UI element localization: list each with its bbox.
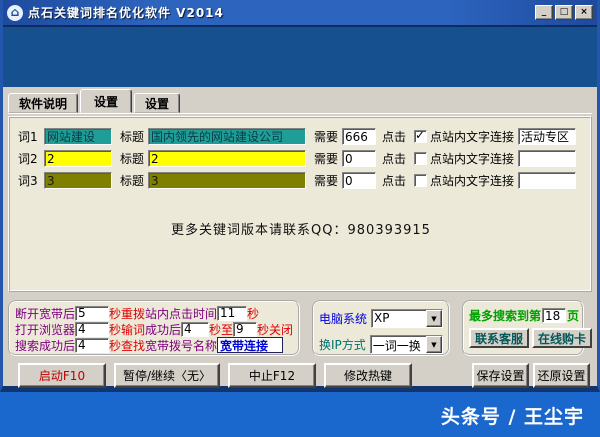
tab-software-info[interactable]: 软件说明 [8, 93, 79, 113]
buy-card-button[interactable]: 在线购卡 [532, 328, 593, 348]
title1-input[interactable] [148, 128, 306, 145]
search-seconds-input[interactable] [75, 337, 110, 353]
click1-label: 点击 [382, 130, 407, 144]
os-select[interactable]: XP ▼ [371, 309, 443, 328]
search-label: 搜索成功后 [15, 338, 76, 353]
timing-panel: 断开宽带后 秒重拨 站内点击时间 秒 打开浏览器 秒输词 [8, 300, 300, 356]
word2-input[interactable] [44, 150, 112, 167]
disconnect-seconds-input[interactable] [75, 305, 110, 321]
minimize-button[interactable]: _ [535, 5, 553, 20]
browser-label: 打开浏览器 [15, 322, 76, 337]
title2-label: 标题 [120, 152, 145, 166]
chevron-down-icon[interactable]: ▼ [426, 336, 442, 353]
chevron-down-icon[interactable]: ▼ [426, 310, 442, 327]
dial-name-label: 宽带拨号名称 [145, 338, 218, 353]
site-link-input-2[interactable] [518, 150, 577, 167]
max-page-input[interactable] [542, 308, 567, 323]
need1-label: 需要 [314, 130, 339, 144]
word3-input[interactable] [44, 172, 112, 189]
click2-label: 点击 [382, 152, 407, 166]
app-icon: ⌂ [7, 4, 23, 21]
site-link-label-2: 点站内文字连接 [430, 152, 515, 166]
site-link-input-1[interactable] [518, 128, 577, 145]
action-bar: 启动F10 暂停/继续〈无〉 中止F12 修改热键 保存设置 还原设置 [8, 363, 592, 388]
os-select-value: XP [374, 311, 390, 325]
maximize-button[interactable]: □ [555, 5, 573, 20]
need3-label: 需要 [314, 174, 339, 188]
pause-continue-button[interactable]: 暂停/继续〈无〉 [114, 363, 220, 388]
success-suffix: 秒关闭 [257, 322, 294, 337]
title3-input[interactable] [148, 172, 306, 189]
site-link-label-3: 点站内文字连接 [430, 174, 515, 188]
stop-f12-button[interactable]: 中止F12 [228, 363, 316, 388]
save-settings-button[interactable]: 保存设置 [472, 363, 529, 388]
word2-label: 词2 [18, 152, 38, 166]
banner-area [3, 25, 597, 87]
system-panel: 电脑系统 XP ▼ 换IP方式 一词一换 ▼ [312, 300, 450, 356]
site-link-label-1: 点站内文字连接 [430, 130, 515, 144]
click3-label: 点击 [382, 174, 407, 188]
word3-label: 词3 [18, 174, 38, 188]
success-seconds2-input[interactable] [233, 321, 258, 337]
keyword-row-2: 词2 标题 需要 点击 ✓ 点站内文字连接 [18, 150, 584, 167]
success-mid-label: 秒至 [209, 322, 234, 337]
start-f10-button[interactable]: 启动F10 [18, 363, 106, 388]
need3-input[interactable] [342, 172, 376, 189]
search-limit-panel: 最多搜索到第 页 联系客服 在线购卡 [462, 300, 593, 356]
browser-suffix: 秒输词 [109, 322, 146, 337]
os-label: 电脑系统 [319, 312, 368, 326]
site-click-seconds-input[interactable] [217, 305, 248, 321]
max-page-suffix: 页 [567, 309, 580, 323]
contact-support-button[interactable]: 联系客服 [469, 328, 530, 348]
title2-input[interactable] [148, 150, 306, 167]
app-window: ⌂ 点石关键词排名优化软件 V2014 _ □ × 软件说明 设置 设置 词1 [0, 0, 600, 392]
word1-input[interactable] [44, 128, 112, 145]
site-link-input-3[interactable] [518, 172, 577, 189]
window-title: 点石关键词排名优化软件 V2014 [28, 6, 224, 20]
ip-mode-label: 换IP方式 [319, 338, 366, 352]
desktop-background: ⌂ 点石关键词排名优化软件 V2014 _ □ × 软件说明 设置 设置 词1 [0, 0, 600, 437]
need1-input[interactable] [342, 128, 376, 145]
word1-label: 词1 [18, 130, 38, 144]
options-area: 断开宽带后 秒重拨 站内点击时间 秒 打开浏览器 秒输词 [8, 300, 593, 356]
success-seconds-input[interactable] [181, 321, 210, 337]
site-click-label: 站内点击时间 [145, 306, 218, 321]
need2-input[interactable] [342, 150, 376, 167]
search-suffix: 秒查找 [109, 338, 146, 353]
disconnect-suffix: 秒重拨 [109, 306, 146, 321]
dial-name-input[interactable] [217, 337, 284, 353]
qq-contact-notice: 更多关键词版本请联系QQ：980393915 [171, 223, 431, 238]
max-page-label: 最多搜索到第 [469, 309, 542, 323]
ip-mode-select-value: 一词一换 [372, 339, 421, 353]
window-body: 软件说明 设置 设置 词1 标题 需要 点击 ✓ 点站内文字连接 [3, 87, 597, 388]
modify-hotkey-button[interactable]: 修改热键 [324, 363, 412, 388]
site-link-checkbox-1[interactable]: ✓ [414, 128, 427, 143]
disconnect-label: 断开宽带后 [15, 306, 76, 321]
site-link-checkbox-2[interactable]: ✓ [414, 152, 427, 165]
titlebar[interactable]: ⌂ 点石关键词排名优化软件 V2014 _ □ × [3, 0, 597, 25]
title1-label: 标题 [120, 130, 145, 144]
success-label: 成功后 [145, 322, 182, 337]
close-button[interactable]: × [575, 5, 593, 20]
keyword-panel: 词1 标题 需要 点击 ✓ 点站内文字连接 词2 标题 需要 [8, 116, 592, 292]
restore-settings-button[interactable]: 还原设置 [533, 363, 590, 388]
ip-mode-select[interactable]: 一词一换 ▼ [369, 335, 443, 354]
tab-settings-2[interactable]: 设置 [134, 93, 181, 113]
check-icon: ✓ [415, 128, 426, 142]
site-link-checkbox-3[interactable]: ✓ [414, 174, 427, 187]
keyword-row-3: 词3 标题 需要 点击 ✓ 点站内文字连接 [18, 172, 584, 189]
tab-bar: 软件说明 设置 设置 [8, 87, 592, 114]
keyword-row-1: 词1 标题 需要 点击 ✓ 点站内文字连接 [18, 128, 584, 145]
site-click-suffix: 秒 [247, 306, 260, 321]
browser-seconds-input[interactable] [75, 321, 110, 337]
tab-settings[interactable]: 设置 [80, 89, 133, 113]
need2-label: 需要 [314, 152, 339, 166]
watermark-text: 头条号 / 王尘宇 [440, 406, 584, 428]
title3-label: 标题 [120, 174, 145, 188]
